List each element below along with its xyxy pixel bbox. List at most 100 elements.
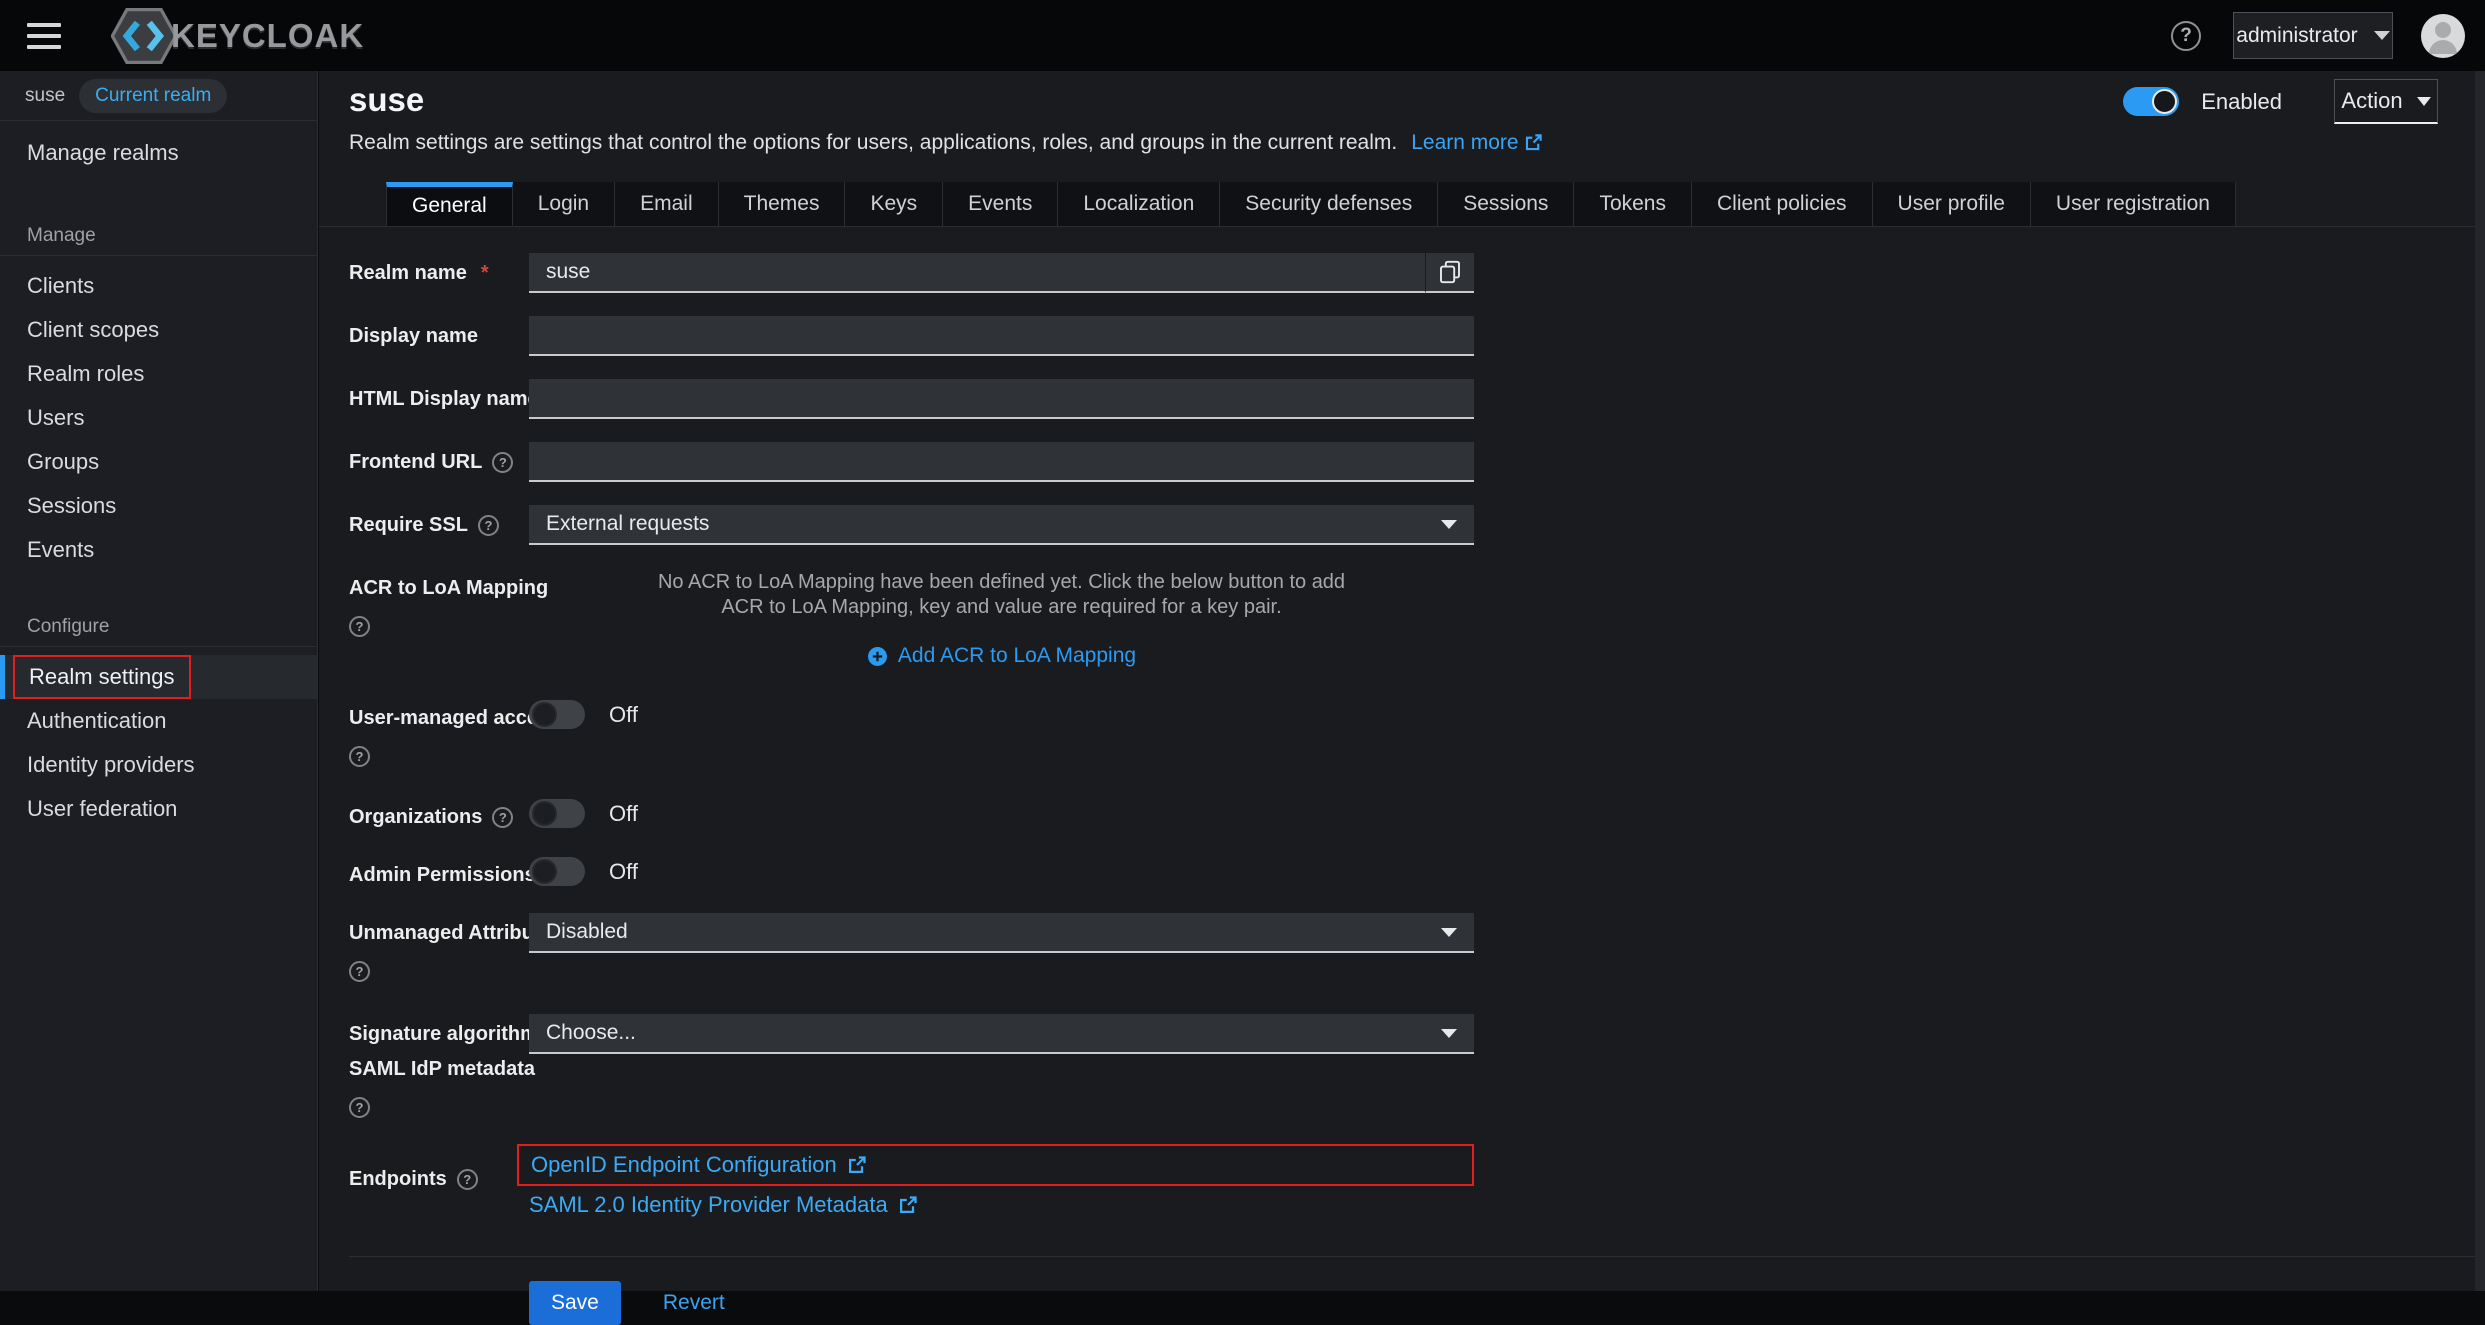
openid-endpoint-configuration-link[interactable]: OpenID Endpoint Configuration — [531, 1152, 867, 1178]
current-realm-name: suse — [25, 85, 65, 107]
toggle-state-label: Off — [609, 801, 638, 827]
enabled-label: Enabled — [2201, 89, 2282, 115]
endpoints-row: Endpoints ? OpenID Endpoint Configuratio… — [349, 1152, 2485, 1218]
acr-loa-mapping-row: ACR to LoA Mapping ? No ACR to LoA Mappi… — [349, 568, 2485, 668]
saml-idp-metadata-label: SAML IdP metadata — [349, 1058, 529, 1081]
annotation-box-openid-link: OpenID Endpoint Configuration — [517, 1144, 1474, 1186]
require-ssl-label: Require SSL ? — [349, 514, 529, 537]
signature-algorithm-select[interactable]: Choose... — [529, 1014, 1474, 1054]
copy-button[interactable] — [1425, 253, 1474, 293]
general-settings-form: Realm name* Display name HTML Display na… — [319, 227, 2485, 1325]
required-asterisk: * — [481, 262, 489, 285]
add-acr-loa-mapping-button[interactable]: Add ACR to LoA Mapping — [867, 644, 1136, 668]
endpoints-label: Endpoints ? — [349, 1168, 529, 1191]
tab-security-defenses[interactable]: Security defenses — [1220, 182, 1438, 226]
signature-algorithm-row: Signature algorithm SAML IdP metadata ? … — [349, 1014, 2485, 1118]
question-circle-icon[interactable]: ? — [492, 452, 513, 473]
display-name-label: Display name — [349, 325, 529, 348]
signature-algorithm-label: Signature algorithm — [349, 1023, 529, 1046]
unmanaged-attributes-select[interactable]: Disabled — [529, 913, 1474, 953]
question-circle-icon[interactable]: ? — [492, 807, 513, 828]
sidebar-section-manage: Manage — [0, 217, 317, 247]
user-avatar-icon[interactable] — [2421, 14, 2465, 58]
tab-general[interactable]: General — [386, 182, 513, 226]
organizations-label: Organizations ? — [349, 806, 529, 829]
revert-link[interactable]: Revert — [663, 1291, 725, 1315]
question-circle-icon[interactable]: ? — [349, 746, 370, 767]
hamburger-menu-icon[interactable] — [27, 16, 73, 56]
toggle-knob — [532, 859, 557, 884]
sidebar-item-client-scopes[interactable]: Client scopes — [0, 308, 317, 352]
frontend-url-row: Frontend URL ? — [349, 442, 2485, 482]
vertical-scrollbar[interactable] — [2475, 71, 2485, 1291]
realm-enabled-toggle[interactable] — [2123, 87, 2179, 116]
tab-login[interactable]: Login — [513, 182, 615, 226]
question-circle-icon[interactable]: ? — [349, 961, 370, 982]
tab-themes[interactable]: Themes — [719, 182, 846, 226]
user-managed-access-row: User-managed access ? Off — [349, 698, 2485, 767]
sidebar-item-users[interactable]: Users — [0, 396, 317, 440]
divider — [0, 255, 317, 256]
acr-loa-mapping-label: ACR to LoA Mapping — [349, 577, 529, 600]
plus-circle-icon — [867, 646, 888, 667]
keycloak-logo-icon — [111, 7, 177, 65]
save-button[interactable]: Save — [529, 1281, 621, 1325]
tab-tokens[interactable]: Tokens — [1574, 182, 1692, 226]
sidebar-item-manage-realms[interactable]: Manage realms — [0, 131, 317, 175]
learn-more-link[interactable]: Learn more — [1411, 131, 1543, 154]
sidebar-item-realm-roles[interactable]: Realm roles — [0, 352, 317, 396]
masthead: KEYCLOAK ? administrator — [0, 0, 2485, 71]
help-icon[interactable]: ? — [2171, 21, 2201, 51]
user-managed-access-toggle[interactable] — [529, 700, 585, 729]
sidebar-item-groups[interactable]: Groups — [0, 440, 317, 484]
toggle-knob — [2152, 89, 2177, 114]
admin-permissions-row: Admin Permissions ? Off — [349, 855, 2485, 887]
sidebar-item-realm-settings[interactable]: Realm settings — [0, 655, 317, 699]
tab-client-policies[interactable]: Client policies — [1692, 182, 1873, 226]
question-circle-icon[interactable]: ? — [349, 616, 370, 637]
user-menu-dropdown[interactable]: administrator — [2233, 12, 2393, 59]
sidebar-item-identity-providers[interactable]: Identity providers — [0, 743, 317, 787]
question-circle-icon[interactable]: ? — [478, 515, 499, 536]
tab-keys[interactable]: Keys — [845, 182, 943, 226]
sidebar-item-clients[interactable]: Clients — [0, 264, 317, 308]
keycloak-logo: KEYCLOAK — [111, 7, 364, 65]
tab-sessions[interactable]: Sessions — [1438, 182, 1574, 226]
sidebar-item-authentication[interactable]: Authentication — [0, 699, 317, 743]
realm-name-label: Realm name* — [349, 262, 529, 285]
tab-events[interactable]: Events — [943, 182, 1058, 226]
user-managed-access-label: User-managed access — [349, 707, 529, 730]
html-display-name-input[interactable] — [529, 379, 1474, 419]
admin-permissions-toggle[interactable] — [529, 857, 585, 886]
sidebar-item-user-federation[interactable]: User federation — [0, 787, 317, 831]
tab-user-registration[interactable]: User registration — [2031, 182, 2236, 226]
realm-switcher[interactable]: suse Current realm — [0, 71, 317, 121]
display-name-row: Display name — [349, 316, 2485, 356]
organizations-toggle[interactable] — [529, 799, 585, 828]
tab-email[interactable]: Email — [615, 182, 719, 226]
question-circle-icon[interactable]: ? — [457, 1169, 478, 1190]
chevron-down-icon — [1441, 520, 1457, 529]
tab-localization[interactable]: Localization — [1058, 182, 1220, 226]
page-description: Realm settings are settings that control… — [349, 131, 2485, 155]
frontend-url-input[interactable] — [529, 442, 1474, 482]
chevron-down-icon — [2374, 31, 2390, 40]
require-ssl-select[interactable]: External requests — [529, 505, 1474, 545]
brand-text: KEYCLOAK — [171, 17, 364, 55]
chevron-down-icon — [1441, 1029, 1457, 1038]
realm-name-row: Realm name* — [349, 253, 2485, 293]
action-dropdown[interactable]: Action — [2334, 79, 2438, 124]
realm-name-input[interactable] — [529, 253, 1474, 293]
require-ssl-row: Require SSL ? External requests — [349, 505, 2485, 545]
sidebar-item-sessions[interactable]: Sessions — [0, 484, 317, 528]
tab-user-profile[interactable]: User profile — [1873, 182, 2031, 226]
unmanaged-attributes-row: Unmanaged Attributes ? Disabled — [349, 913, 2485, 982]
current-realm-badge: Current realm — [79, 79, 227, 113]
sidebar-item-events[interactable]: Events — [0, 528, 317, 572]
saml-idp-metadata-link[interactable]: SAML 2.0 Identity Provider Metadata — [529, 1192, 1474, 1218]
external-link-icon — [898, 1195, 918, 1215]
display-name-input[interactable] — [529, 316, 1474, 356]
question-circle-icon[interactable]: ? — [349, 1097, 370, 1118]
html-display-name-label: HTML Display name — [349, 388, 529, 411]
chevron-down-icon — [1441, 928, 1457, 937]
